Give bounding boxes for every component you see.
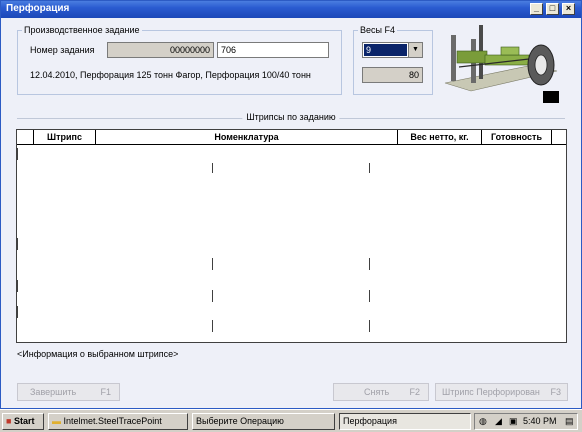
finish-button-label: Завершить: [30, 387, 77, 397]
scale-group: Весы F4: [353, 25, 433, 95]
grid-tick: [369, 163, 370, 173]
network-icon[interactable]: ◍: [479, 414, 487, 429]
finish-button[interactable]: Завершить F1: [17, 383, 120, 401]
tray-app-icon[interactable]: ▤: [565, 414, 574, 429]
scale-selected-value: 9: [364, 44, 407, 56]
column-header-readiness[interactable]: Готовность: [482, 130, 552, 144]
scale-weight-field: 80: [362, 67, 423, 83]
tray-app-icon[interactable]: ▣: [509, 414, 518, 429]
grid-tick: [17, 280, 18, 292]
strips-table-header: Штрипс Номенклатура Вес нетто, кг. Готов…: [17, 130, 566, 145]
scale-select[interactable]: 9 ▼: [362, 42, 423, 58]
grid-tick: [212, 163, 213, 173]
grid-tick: [17, 238, 18, 250]
task-number-code-field: 00000000: [107, 42, 214, 58]
taskbar-item-label: Intelmet.SteelTracePoint: [63, 416, 162, 426]
perforation-machine-image: [444, 25, 559, 103]
folder-icon: ▬: [52, 416, 61, 426]
taskbar-item-steeltracepoint[interactable]: ▬ Intelmet.SteelTracePoint: [48, 413, 188, 430]
start-label: Start: [13, 416, 35, 426]
title-bar[interactable]: Перфорация _ □ ×: [1, 1, 581, 18]
grid-tick: [369, 320, 370, 332]
production-task-legend: Производственное задание: [24, 25, 140, 35]
task-number-label: Номер задания: [30, 45, 95, 55]
taskbar-item-label: Перфорация: [343, 416, 397, 426]
column-header-net-weight[interactable]: Вес нетто, кг.: [398, 130, 482, 144]
grid-tick: [17, 306, 18, 318]
strips-table[interactable]: Штрипс Номенклатура Вес нетто, кг. Готов…: [16, 129, 567, 343]
window-title: Перфорация: [6, 3, 70, 14]
maximize-button[interactable]: □: [546, 3, 559, 15]
column-header-strip[interactable]: Штрипс: [34, 130, 96, 144]
chevron-down-icon[interactable]: ▼: [408, 43, 422, 57]
selected-strip-info: <Информация о выбранном штрипсе>: [17, 349, 179, 359]
grid-tick: [212, 258, 213, 270]
strip-perforated-button[interactable]: Штрипс Перфорирован F3: [435, 383, 568, 401]
row-selector-header: [17, 130, 34, 144]
taskbar-item-label: Выберите Операцию: [196, 416, 284, 426]
production-task-group: Производственное задание: [17, 25, 342, 95]
taskbar: ■ Start ▬ Intelmet.SteelTracePoint Выбер…: [0, 409, 582, 432]
task-description: 12.04.2010, Перфорация 125 тонн Фагор, П…: [30, 70, 311, 80]
remove-button-label: Снять: [364, 387, 390, 397]
system-tray: ◍ ◢ ▣ 5:40 PM ▤: [474, 413, 578, 430]
taskbar-item-select-operation[interactable]: Выберите Операцию: [192, 413, 335, 430]
scale-legend: Весы F4: [360, 25, 395, 35]
grid-tick: [369, 290, 370, 302]
remove-button-key: F2: [409, 387, 420, 397]
start-button[interactable]: ■ Start: [2, 413, 44, 430]
close-button[interactable]: ×: [562, 3, 575, 15]
clock[interactable]: 5:40 PM: [523, 414, 557, 429]
speaker-icon[interactable]: ◢: [495, 414, 502, 429]
remove-button[interactable]: Снять F2: [333, 383, 429, 401]
task-number-input[interactable]: 706: [217, 42, 329, 58]
app-window: Перфорация _ □ × Производственное задани…: [0, 0, 582, 409]
grid-tick: [212, 290, 213, 302]
finish-button-key: F1: [100, 387, 111, 397]
grid-tick: [17, 148, 18, 160]
windows-logo-icon: ■: [6, 416, 12, 426]
strip-perforated-button-key: F3: [550, 387, 561, 397]
grid-tick: [212, 320, 213, 332]
column-header-nomenclature[interactable]: Номенклатура: [96, 130, 398, 144]
taskbar-item-perforation[interactable]: Перфорация: [339, 413, 471, 430]
strips-section-label: Штрипсы по заданию: [242, 112, 340, 122]
strip-perforated-button-label: Штрипс Перфорирован: [442, 387, 540, 397]
minimize-button[interactable]: _: [530, 3, 543, 15]
grid-tick: [369, 258, 370, 270]
strips-section-title: Штрипсы по заданию: [17, 112, 565, 124]
